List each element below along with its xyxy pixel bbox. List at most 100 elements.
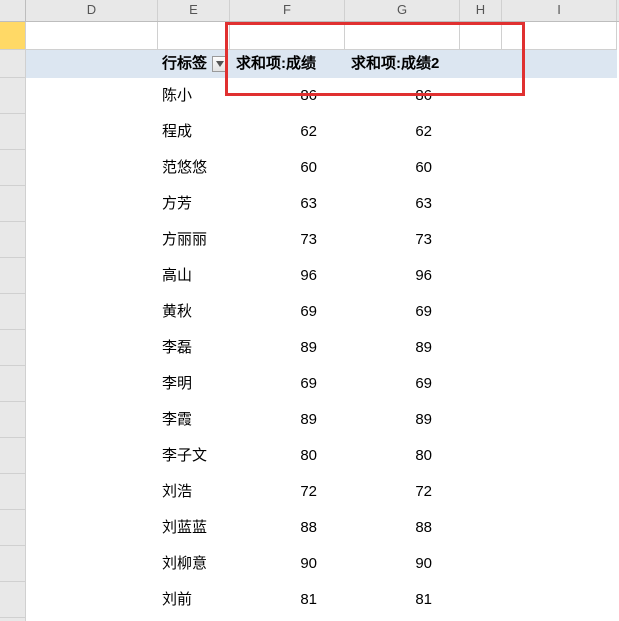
column-header-F[interactable]: F	[230, 0, 345, 21]
pivot-value-2[interactable]: 90	[345, 546, 460, 582]
pivot-row-label[interactable]: 程成	[158, 114, 230, 150]
row-header[interactable]	[0, 50, 26, 78]
pivot-row-label-header[interactable]: 行标签	[158, 50, 230, 78]
pivot-value-2[interactable]: 96	[345, 258, 460, 294]
column-header-D[interactable]: D	[26, 0, 158, 21]
pivot-value-1[interactable]: 69	[230, 366, 345, 402]
cell[interactable]	[26, 582, 158, 618]
pivot-value-1[interactable]: 63	[230, 186, 345, 222]
pivot-value-2[interactable]: 69	[345, 294, 460, 330]
cell[interactable]	[26, 366, 158, 402]
cell[interactable]	[460, 366, 502, 402]
cell[interactable]	[460, 258, 502, 294]
pivot-value-2[interactable]: 88	[345, 510, 460, 546]
cell[interactable]	[26, 510, 158, 546]
cell[interactable]	[460, 582, 502, 618]
row-header[interactable]	[0, 510, 26, 546]
pivot-value-2[interactable]: 80	[345, 438, 460, 474]
cell[interactable]	[26, 438, 158, 474]
pivot-row-label[interactable]: 方丽丽	[158, 222, 230, 258]
column-header-E[interactable]: E	[158, 0, 230, 21]
row-header[interactable]	[0, 330, 26, 366]
pivot-value-1[interactable]: 60	[230, 150, 345, 186]
pivot-row-label[interactable]: 刘蓝蓝	[158, 510, 230, 546]
pivot-row-label[interactable]: 黄秋	[158, 294, 230, 330]
pivot-row-label[interactable]: 李子文	[158, 438, 230, 474]
pivot-row-label[interactable]: 刘前	[158, 582, 230, 618]
row-header[interactable]	[0, 402, 26, 438]
cell[interactable]	[502, 510, 617, 546]
pivot-value-1[interactable]: 80	[230, 438, 345, 474]
row-header[interactable]	[0, 474, 26, 510]
cell[interactable]	[502, 330, 617, 366]
column-header-I[interactable]: I	[502, 0, 617, 21]
row-header[interactable]	[0, 78, 26, 114]
cell[interactable]	[502, 402, 617, 438]
cell[interactable]	[502, 294, 617, 330]
cell[interactable]	[230, 22, 345, 50]
cell[interactable]	[502, 546, 617, 582]
cell[interactable]	[26, 402, 158, 438]
column-header-G[interactable]: G	[345, 0, 460, 21]
cell[interactable]	[502, 258, 617, 294]
cell[interactable]	[460, 50, 502, 78]
row-header[interactable]	[0, 22, 26, 50]
cell[interactable]	[460, 222, 502, 258]
cell[interactable]	[26, 114, 158, 150]
pivot-row-label[interactable]: 刘柳意	[158, 546, 230, 582]
cell[interactable]	[502, 78, 617, 114]
pivot-value-2[interactable]: 69	[345, 366, 460, 402]
row-header[interactable]	[0, 186, 26, 222]
pivot-row-label[interactable]: 方芳	[158, 186, 230, 222]
cell[interactable]	[502, 366, 617, 402]
pivot-value-header-2[interactable]: 求和项:成绩2	[345, 50, 460, 78]
cell[interactable]	[26, 294, 158, 330]
pivot-row-label[interactable]: 李霞	[158, 402, 230, 438]
cell[interactable]	[460, 330, 502, 366]
cell[interactable]	[460, 114, 502, 150]
cell[interactable]	[460, 78, 502, 114]
row-header[interactable]	[0, 150, 26, 186]
cell[interactable]	[26, 186, 158, 222]
row-header[interactable]	[0, 366, 26, 402]
row-header[interactable]	[0, 582, 26, 618]
cell[interactable]	[460, 22, 502, 50]
cell[interactable]	[26, 50, 158, 78]
pivot-value-1[interactable]: 69	[230, 294, 345, 330]
pivot-value-1[interactable]: 89	[230, 330, 345, 366]
row-header[interactable]	[0, 294, 26, 330]
cell[interactable]	[460, 402, 502, 438]
cell[interactable]	[502, 438, 617, 474]
pivot-value-1[interactable]: 72	[230, 474, 345, 510]
cell[interactable]	[502, 150, 617, 186]
cell[interactable]	[502, 114, 617, 150]
pivot-row-label[interactable]: 陈小	[158, 78, 230, 114]
cell[interactable]	[26, 474, 158, 510]
pivot-value-2[interactable]: 72	[345, 474, 460, 510]
cell[interactable]	[26, 22, 158, 50]
cell[interactable]	[502, 474, 617, 510]
row-header[interactable]	[0, 438, 26, 474]
filter-dropdown-button[interactable]	[212, 56, 228, 72]
cell[interactable]	[502, 22, 617, 50]
cell[interactable]	[460, 510, 502, 546]
pivot-value-1[interactable]: 62	[230, 114, 345, 150]
select-all-corner[interactable]	[0, 0, 26, 21]
cell[interactable]	[460, 150, 502, 186]
cell[interactable]	[26, 222, 158, 258]
cell[interactable]	[26, 330, 158, 366]
pivot-value-2[interactable]: 73	[345, 222, 460, 258]
cell[interactable]	[460, 474, 502, 510]
row-header[interactable]	[0, 222, 26, 258]
cell[interactable]	[26, 258, 158, 294]
pivot-value-header-1[interactable]: 求和项:成绩	[230, 50, 345, 78]
column-header-H[interactable]: H	[460, 0, 502, 21]
cell[interactable]	[26, 78, 158, 114]
pivot-value-2[interactable]: 63	[345, 186, 460, 222]
row-header[interactable]	[0, 114, 26, 150]
pivot-value-1[interactable]: 89	[230, 402, 345, 438]
pivot-row-label[interactable]: 刘浩	[158, 474, 230, 510]
pivot-value-2[interactable]: 62	[345, 114, 460, 150]
cell[interactable]	[502, 186, 617, 222]
cell[interactable]	[502, 222, 617, 258]
